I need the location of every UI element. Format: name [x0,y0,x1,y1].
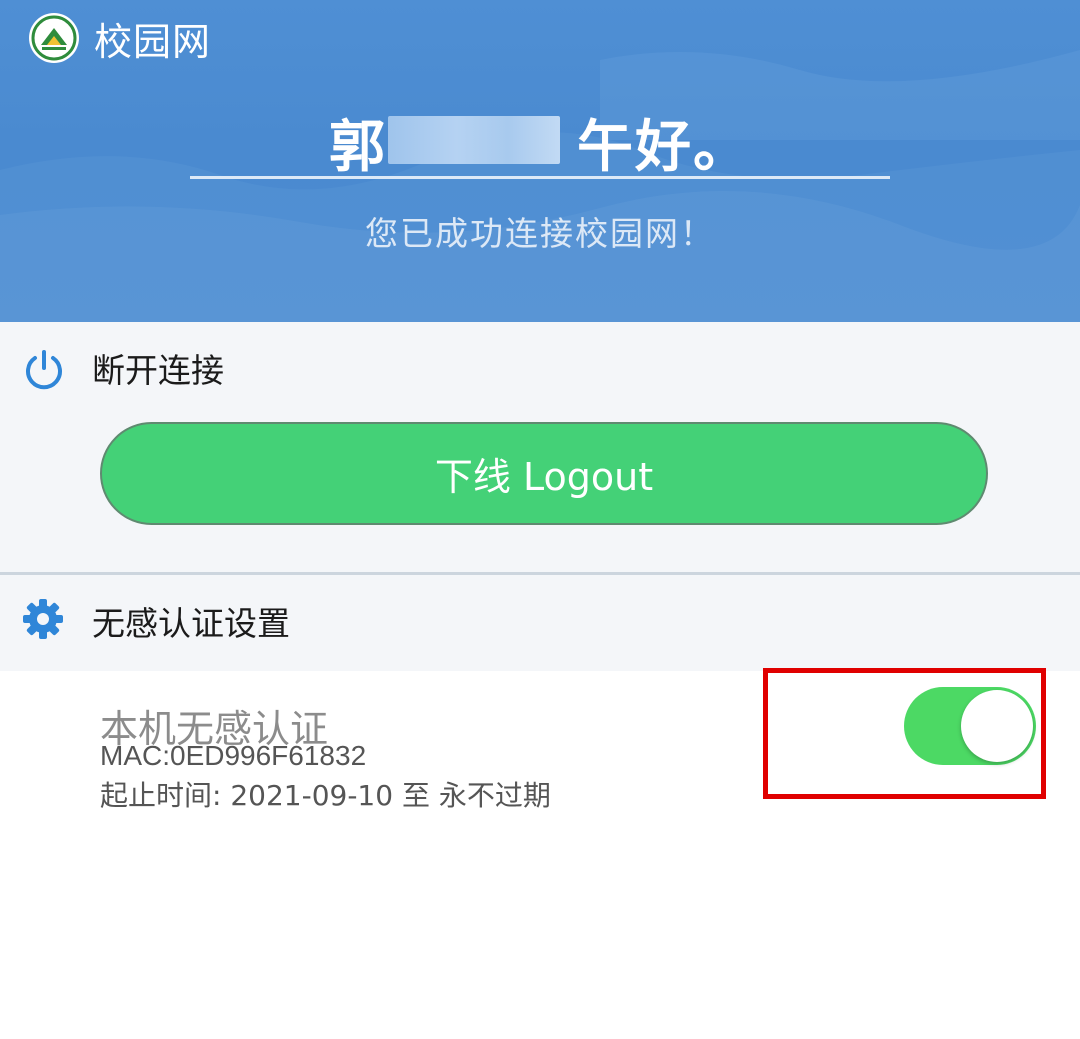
gear-icon [23,599,63,639]
power-icon [26,350,62,390]
app-brand: 校园网 [28,12,211,64]
toggle-knob [961,690,1033,762]
redacted-name [388,116,560,164]
greeting-suffix: 午好。 [577,115,751,180]
greeting-prefix: 郭 [329,115,387,180]
auth-settings-title: 无感认证设置 [92,604,290,643]
campus-logo-icon [29,13,79,63]
greeting-underline [190,176,890,179]
auth-item-mac: MAC:0ED996F61832 [100,740,367,771]
auth-item-period: 起止时间: 2021-09-10 至 永不过期 [100,779,551,812]
logout-button[interactable]: 下线 Logout [100,422,988,525]
header-banner: 校园网 郭 午好。 您已成功连接校园网！ [0,0,1080,322]
auth-toggle-switch[interactable] [904,687,1036,765]
auth-settings-section: 无感认证设置 [0,575,1080,671]
app-title: 校园网 [94,19,212,64]
disconnect-title: 断开连接 [92,351,224,390]
connection-status: 您已成功连接校园网！ [365,214,715,253]
